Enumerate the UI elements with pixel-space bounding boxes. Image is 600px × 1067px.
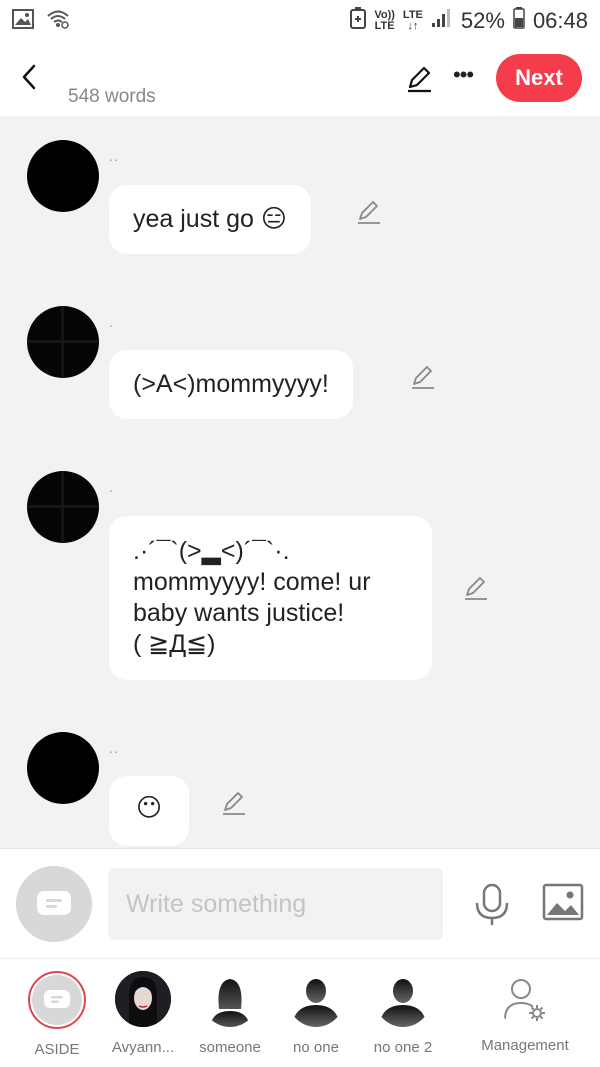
avatar[interactable] <box>27 732 99 804</box>
character-someone[interactable]: someone <box>185 971 275 1056</box>
message-bubble[interactable]: (>A<)mommyyyy! <box>109 350 353 419</box>
battery-percent: 52% <box>460 8 505 33</box>
message-line: mommyyyy! come! ur <box>133 568 371 596</box>
image-icon[interactable] <box>542 883 584 921</box>
battery-saver-icon <box>350 7 367 35</box>
character-bar: ASIDE Avyann... someone no one no one 2 … <box>0 958 600 1067</box>
management-button[interactable]: Management <box>480 971 570 1054</box>
edit-message-icon[interactable] <box>354 198 384 228</box>
more-dots-icon: ••• <box>452 62 474 87</box>
clock: 06:48 <box>532 8 588 33</box>
character-label: someone <box>199 1039 261 1056</box>
message-bubble[interactable]: .·´¯`(>▂<)´¯`·. mommyyyy! come! ur baby … <box>109 516 432 680</box>
avatar <box>115 971 171 1027</box>
message-line: .·´¯`(>▂<)´¯`·. <box>133 537 290 565</box>
lte-indicator: LTE ↓↑ <box>402 9 423 32</box>
gallery-notification-icon <box>12 8 34 34</box>
back-button[interactable] <box>14 60 44 94</box>
character-aside[interactable]: ASIDE <box>12 971 102 1058</box>
character-label: ASIDE <box>34 1041 80 1058</box>
back-arrow-icon <box>22 64 36 90</box>
status-bar: Vo)) LTE LTE ↓↑ 52% 06:48 <box>0 0 600 42</box>
character-label: no one <box>293 1039 339 1056</box>
management-icon <box>497 971 553 1027</box>
message-input[interactable] <box>108 868 443 940</box>
avatar <box>202 971 258 1027</box>
next-button[interactable]: Next <box>496 54 582 102</box>
message-line: baby wants justice! <box>133 599 345 627</box>
volte-indicator: Vo)) LTE <box>374 9 395 32</box>
more-options-button[interactable]: ••• <box>448 60 478 94</box>
message-list[interactable]: .. yea just go 😑 . (>A<)mommyyyy! . .·´¯… <box>0 116 600 848</box>
speech-bubble-icon <box>44 990 70 1008</box>
word-count: 548 words <box>68 86 156 107</box>
message-line: ( ≧Д≦) <box>133 630 216 658</box>
edit-message-icon[interactable] <box>219 789 249 819</box>
edit-message-icon[interactable] <box>408 363 438 393</box>
edit-button[interactable] <box>402 62 436 96</box>
input-bar <box>0 848 600 958</box>
avatar[interactable] <box>27 140 99 212</box>
aside-toggle-button[interactable] <box>16 866 92 942</box>
sender-name: . <box>109 314 114 330</box>
pencil-icon <box>408 66 431 93</box>
character-label: no one 2 <box>373 1039 433 1056</box>
aside-avatar <box>28 971 86 1029</box>
sender-name: . <box>109 479 114 495</box>
avatar <box>288 971 344 1027</box>
header: 548 words ••• Next <box>0 42 600 116</box>
sender-name: .. <box>109 148 119 164</box>
character-no-one-2[interactable]: no one 2 <box>358 971 448 1056</box>
character-label: Avyann... <box>111 1039 175 1056</box>
message-bubble[interactable]: yea just go 😑 <box>109 185 311 254</box>
signal-strength-icon <box>431 8 453 34</box>
battery-icon <box>513 7 525 35</box>
character-no-one[interactable]: no one <box>271 971 361 1056</box>
character-label: Management <box>481 1037 569 1054</box>
speech-bubble-icon <box>37 891 71 915</box>
character-avyann[interactable]: Avyann... <box>98 971 188 1056</box>
microphone-icon[interactable] <box>472 883 512 927</box>
wifi-hotspot-icon <box>46 8 70 35</box>
avatar[interactable] <box>27 306 99 378</box>
message-bubble[interactable]: 😶 <box>109 776 189 846</box>
edit-message-icon[interactable] <box>461 574 491 604</box>
sender-name: .. <box>109 740 119 756</box>
avatar[interactable] <box>27 471 99 543</box>
avatar <box>375 971 431 1027</box>
